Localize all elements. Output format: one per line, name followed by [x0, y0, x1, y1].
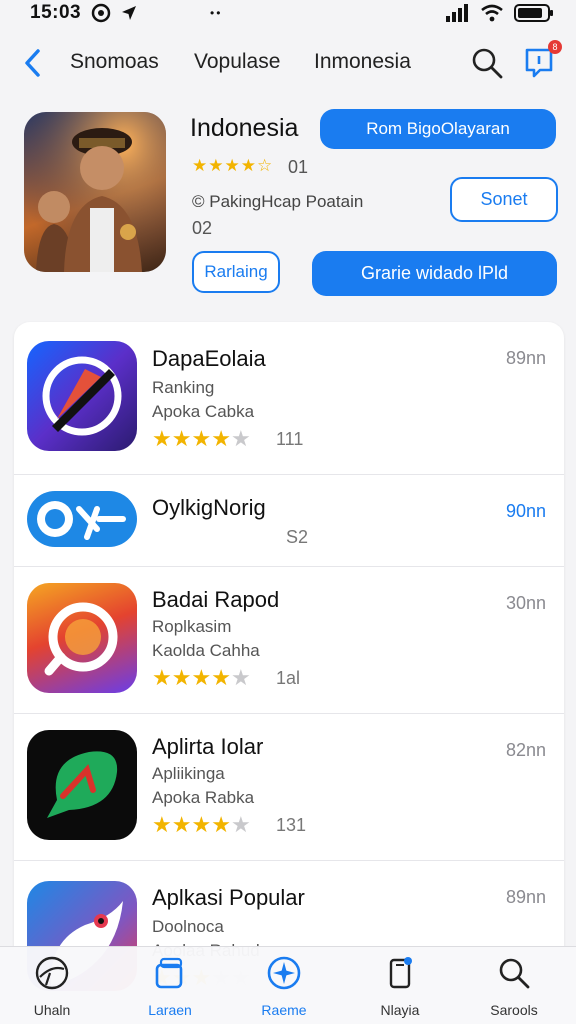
app-icon-oylkignorig	[27, 491, 137, 547]
globe-icon	[35, 956, 69, 990]
app-subtitle: Kaolda Cahha	[152, 641, 260, 660]
list-item[interactable]: OylkigNorig S2 90nn	[14, 475, 564, 567]
featured-wide-button[interactable]: Grarie widado lPld	[312, 251, 557, 296]
tab-label: Uhaln	[33, 1002, 71, 1018]
star-filled-icon: ★	[211, 665, 231, 690]
star-filled-icon: ★	[152, 426, 172, 451]
featured-rating-count: 01	[288, 157, 309, 177]
featured-number: 02	[192, 218, 213, 238]
device-icon	[389, 957, 412, 989]
pen-compass-icon	[42, 356, 122, 436]
tab-label: Raeme	[261, 1002, 307, 1018]
nav-tab-2[interactable]: Vopulase	[194, 50, 280, 74]
app-size: 89nn	[505, 887, 546, 907]
star-filled-icon: ★	[191, 665, 212, 690]
cellular-signal-icon	[446, 4, 468, 22]
app-name: Badai Rapod	[152, 587, 280, 612]
app-icon-aplirta-iolar	[27, 730, 137, 840]
app-name: Aplirta Iolar	[152, 734, 264, 759]
star-filled-icon: ★	[171, 426, 192, 451]
app-category: Ranking	[152, 378, 215, 397]
status-time: 15:03	[30, 2, 82, 23]
featured-rating-stars: ★★★★☆	[192, 156, 274, 175]
app-subtitle: Apoka Cabka	[152, 402, 255, 421]
tab-devices[interactable]: Nlayia	[352, 955, 448, 1021]
app-rating-stars: ★★★★★	[152, 812, 251, 838]
app-size: 82nn	[505, 740, 546, 760]
featured-secondary-button[interactable]: Sonet	[450, 177, 558, 222]
message-badge: 8	[548, 40, 562, 54]
featured-primary-button[interactable]: Rom BigoOlayaran	[320, 109, 556, 149]
star-empty-icon: ★	[230, 812, 251, 837]
leaf-chat-icon	[47, 751, 118, 818]
star-filled-icon: ★	[191, 426, 212, 451]
apps-icon	[155, 957, 183, 989]
app-size: 90nn	[505, 501, 546, 521]
focus-icon	[91, 3, 111, 23]
app-rating-count: 131	[276, 815, 307, 835]
tab-search[interactable]: Sarools	[466, 955, 562, 1021]
list-item[interactable]: Aplirta Iolar Apliikinga Apoka Rabka ★★★…	[14, 714, 564, 861]
app-rating-stars: ★★★★★	[152, 426, 251, 452]
app-name: DapaEolaia	[152, 346, 266, 371]
toggle-logo-icon	[37, 501, 126, 540]
app-rating-count: 111	[276, 429, 304, 449]
app-name: Aplkasi Popular	[152, 885, 305, 910]
nav-tab-3[interactable]: Inmonesia	[314, 50, 411, 74]
app-rating-count: S2	[286, 527, 309, 547]
star-filled-icon: ★	[171, 812, 192, 837]
app-rating-count: 1al	[276, 668, 301, 688]
featured-app-artwork[interactable]	[24, 112, 166, 272]
status-bar: 15:03 ••	[0, 0, 576, 26]
search-button[interactable]	[470, 46, 504, 80]
tab-label: Laraen	[148, 1002, 192, 1018]
app-list: DapaEolaia Ranking Apoka Cabka ★★★★★ 111…	[14, 322, 564, 1022]
app-icon-dapaeolaia	[27, 341, 137, 451]
tab-home[interactable]: Uhaln	[4, 955, 100, 1021]
tab-bar: Uhaln Laraen Raeme Nlayia Sarools	[0, 946, 576, 1024]
wifi-icon	[481, 4, 503, 22]
back-button[interactable]	[18, 46, 46, 80]
star-filled-icon: ★	[152, 665, 172, 690]
app-category: Apliikinga	[152, 764, 225, 783]
app-category: Roplkasim	[152, 617, 232, 636]
featured-app-hero: Indonesia Rom BigoOlayaran ★★★★☆ 01 © Pa…	[0, 100, 576, 310]
star-empty-icon: ★	[230, 426, 251, 451]
tab-label: Sarools	[490, 1002, 538, 1018]
tab-label: Nlayia	[380, 1002, 420, 1018]
app-category: Doolnoca	[152, 917, 224, 936]
app-subtitle: Apoka Rabka	[152, 788, 255, 807]
chat-ring-icon	[44, 602, 118, 676]
star-filled-icon: ★	[152, 812, 172, 837]
featured-character-illustration	[24, 112, 166, 272]
app-rating-stars: ★★★★★	[152, 665, 251, 691]
search-icon	[499, 958, 530, 989]
chevron-left-icon	[25, 49, 40, 77]
app-name: OylkigNorig	[152, 495, 266, 520]
featured-subtitle: © PakingHcap Poatain	[192, 192, 364, 211]
search-icon	[472, 48, 503, 79]
app-icon-badai-rapod	[27, 583, 137, 693]
list-item[interactable]: Badai Rapod Roplkasim Kaolda Cahha ★★★★★…	[14, 567, 564, 714]
featured-app-title: Indonesia	[190, 114, 299, 142]
star-empty-icon: ★	[230, 665, 251, 690]
app-size: 89nn	[505, 348, 546, 368]
nav-tab-1[interactable]: Snomoas	[70, 50, 159, 74]
star-filled-icon: ★	[171, 665, 192, 690]
battery-icon	[514, 4, 553, 22]
compass-icon	[267, 956, 301, 990]
ranking-button[interactable]: Rarlaing	[192, 251, 280, 293]
top-navigation: Snomoas Vopulase Inmonesia 8	[0, 40, 576, 86]
tab-apps[interactable]: Laraen	[122, 955, 218, 1021]
star-filled-icon: ★	[211, 812, 231, 837]
messages-button[interactable]: 8	[524, 40, 562, 80]
tab-discover[interactable]: Raeme	[236, 955, 332, 1021]
star-filled-icon: ★	[191, 812, 212, 837]
status-dots: ••	[210, 6, 223, 20]
list-item[interactable]: DapaEolaia Ranking Apoka Cabka ★★★★★ 111…	[14, 322, 564, 475]
star-filled-icon: ★	[211, 426, 231, 451]
location-arrow-icon	[122, 6, 137, 20]
app-size: 30nn	[505, 593, 546, 613]
